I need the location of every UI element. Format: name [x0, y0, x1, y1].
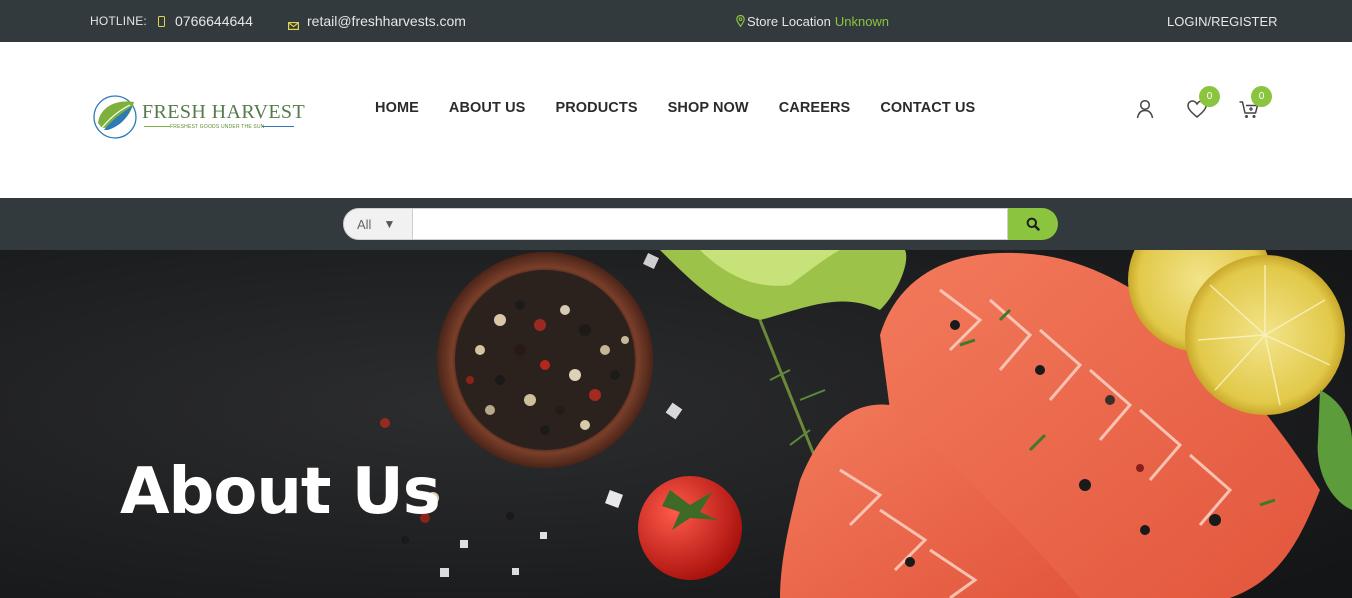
nav-products[interactable]: PRODUCTS — [555, 100, 637, 116]
store-location-value[interactable]: Unknown — [835, 14, 889, 29]
mail-icon — [288, 17, 300, 31]
hotline[interactable]: 0766644644 — [158, 0, 253, 42]
hotline-number[interactable]: 0766644644 — [175, 13, 253, 29]
cart-count-badge: 0 — [1251, 86, 1272, 107]
hero-title: About Us — [120, 455, 441, 529]
tagline-rule-right — [262, 126, 294, 127]
nav-about-us[interactable]: ABOUT US — [449, 100, 526, 116]
search-form: All ▼ — [343, 208, 1058, 240]
brand-tagline: FRESHEST GOODS UNDER THE SUN — [170, 124, 265, 130]
hero-banner: About Us — [0, 250, 1352, 598]
search-button[interactable] — [1008, 208, 1058, 240]
nav-careers[interactable]: CAREERS — [779, 100, 851, 116]
brand-logo[interactable]: FRESH HARVEST FRESHEST GOODS UNDER THE S… — [90, 92, 305, 142]
top-bar: HOTLINE: 0766644644 retail@freshharvests… — [0, 0, 1352, 42]
main-nav: HOME ABOUT US PRODUCTS SHOP NOW CAREERS … — [375, 100, 975, 116]
store-location-label: Store Location — [747, 13, 831, 29]
store-location[interactable]: Store Location Unknown — [736, 0, 889, 42]
user-icon — [1136, 99, 1154, 119]
leaf-logo-icon — [93, 95, 137, 139]
nav-shop-now[interactable]: SHOP NOW — [668, 100, 749, 116]
category-select[interactable]: All ▼ — [343, 208, 413, 240]
nav-home[interactable]: HOME — [375, 100, 419, 116]
email-address[interactable]: retail@freshharvests.com — [307, 13, 466, 29]
phone-icon — [158, 15, 165, 27]
search-input[interactable] — [413, 208, 1008, 240]
category-selected-value: All — [357, 216, 372, 232]
hero-background-image — [0, 250, 1352, 598]
email-contact[interactable]: retail@freshharvests.com — [288, 0, 466, 42]
caret-down-icon: ▼ — [383, 217, 396, 231]
login-register-link[interactable]: LOGIN/REGISTER — [1167, 0, 1278, 42]
search-bar: All ▼ — [0, 198, 1352, 250]
location-pin-icon — [736, 14, 745, 28]
main-header: FRESH HARVEST FRESHEST GOODS UNDER THE S… — [0, 42, 1352, 198]
hotline-label: HOTLINE: — [90, 14, 147, 28]
brand-name: FRESH HARVEST — [142, 101, 306, 123]
account-button[interactable] — [1134, 98, 1156, 120]
wishlist-count-badge: 0 — [1199, 86, 1220, 107]
search-icon — [1026, 217, 1040, 231]
nav-contact-us[interactable]: CONTACT US — [880, 100, 975, 116]
tagline-rule-left — [144, 126, 170, 127]
